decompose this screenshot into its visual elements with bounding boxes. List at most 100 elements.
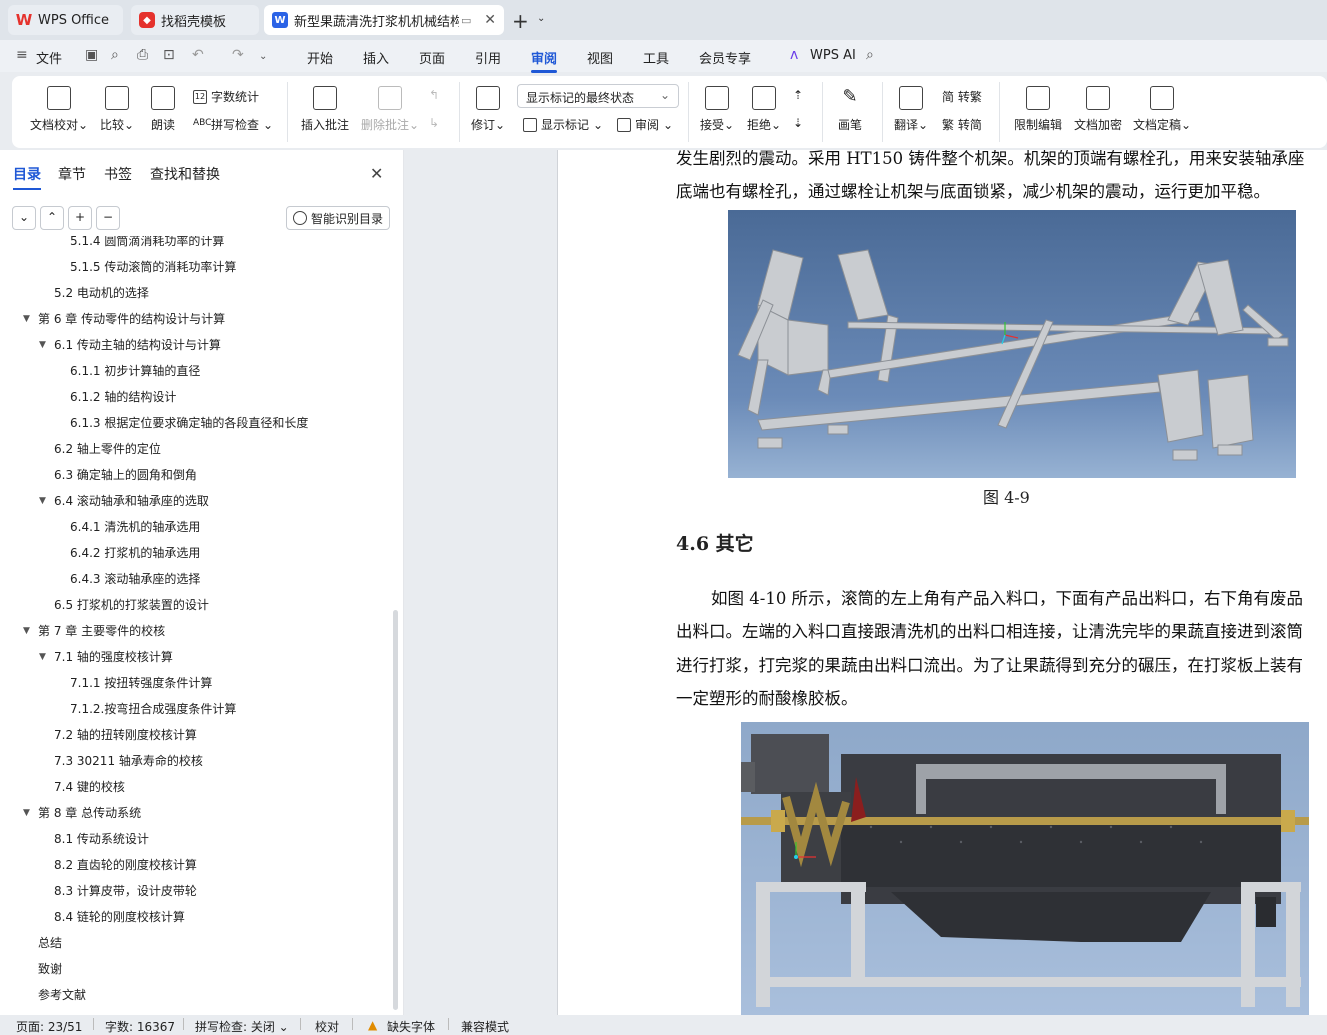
expand-arrow-icon[interactable]: ▼ bbox=[39, 332, 46, 358]
next-comment-icon[interactable]: ↳ bbox=[429, 116, 439, 130]
compare-button[interactable]: 比较⌄ bbox=[100, 86, 134, 133]
page-indicator[interactable]: 页面: 23/51 bbox=[16, 1018, 82, 1035]
toc-item[interactable]: 6.3 确定轴上的圆角和倒角 bbox=[0, 462, 390, 488]
delete-comment-button[interactable]: 删除批注⌄ bbox=[361, 86, 419, 133]
monitor-icon[interactable]: ▭ bbox=[461, 14, 471, 27]
toc-item[interactable]: 6.5 打浆机的打浆装置的设计 bbox=[0, 592, 390, 618]
toc-item[interactable]: 6.2 轴上零件的定位 bbox=[0, 436, 390, 462]
toc-item[interactable]: 6.1.2 轴的结构设计 bbox=[0, 384, 390, 410]
toc-item[interactable]: 6.4.2 打浆机的轴承选用 bbox=[0, 540, 390, 566]
restrict-edit-button[interactable]: 限制编辑 bbox=[1014, 86, 1062, 133]
finalize-button[interactable]: 文档定稿⌄ bbox=[1133, 86, 1191, 133]
tab-toc[interactable]: 目录 bbox=[13, 164, 41, 190]
to-traditional-button[interactable]: 简 转繁 bbox=[942, 88, 982, 105]
tab-wps-office[interactable]: W WPS Office bbox=[8, 5, 123, 35]
menu-file[interactable]: 文件 bbox=[36, 48, 62, 67]
print-icon[interactable]: ⎙ bbox=[137, 47, 148, 63]
insert-comment-button[interactable]: 插入批注 bbox=[301, 86, 349, 133]
toc-item[interactable]: 7.1.2.按弯扭合成强度条件计算 bbox=[0, 696, 390, 722]
toc-item[interactable]: ▼ 7.1 轴的强度校核计算 bbox=[0, 644, 390, 670]
menu-member[interactable]: 会员专享 bbox=[699, 48, 751, 67]
toc-item[interactable]: 8.2 直齿轮的刚度校核计算 bbox=[0, 852, 390, 878]
pen-button[interactable]: ✎ 画笔 bbox=[838, 86, 862, 133]
redo-icon[interactable]: ↷ bbox=[232, 47, 244, 63]
proofread-status[interactable]: 校对 bbox=[315, 1018, 339, 1035]
chevron-down-icon[interactable]: ⌄ bbox=[259, 51, 267, 62]
expand-arrow-icon[interactable]: ▼ bbox=[23, 306, 30, 332]
menu-start[interactable]: 开始 bbox=[307, 48, 333, 67]
tab-bookmarks[interactable]: 书签 bbox=[104, 164, 132, 184]
doc-check-button[interactable]: 文档校对⌄ bbox=[30, 86, 88, 133]
spell-check-status[interactable]: 拼写检查: 关闭 ⌄ bbox=[195, 1018, 289, 1035]
read-aloud-button[interactable]: 朗读 bbox=[151, 86, 175, 133]
expand-arrow-icon[interactable]: ▼ bbox=[23, 800, 30, 826]
export-icon[interactable]: ⌕ bbox=[111, 47, 119, 63]
revise-button[interactable]: 修订⌄ bbox=[471, 86, 505, 133]
prev-change-icon[interactable]: ⇡ bbox=[793, 88, 803, 102]
hamburger-icon[interactable]: ≡ bbox=[16, 47, 28, 63]
toc-item[interactable]: 7.3 30211 轴承寿命的校核 bbox=[0, 748, 390, 774]
show-markup-button[interactable]: 显示标记 ⌄ bbox=[523, 116, 603, 133]
toc-item[interactable]: ▼ 6.4 滚动轴承和轴承座的选取 bbox=[0, 488, 390, 514]
expand-arrow-icon[interactable]: ▼ bbox=[39, 488, 46, 514]
toc-item[interactable]: 6.4.3 滚动轴承座的选择 bbox=[0, 566, 390, 592]
toc-item[interactable]: 8.4 链轮的刚度校核计算 bbox=[0, 904, 390, 930]
reject-button[interactable]: 拒绝⌄ bbox=[747, 86, 781, 133]
document-page[interactable]: 发生剧烈的震动。采用 HT150 铸件整个机架。机架的顶端有螺栓孔，用来安装轴承… bbox=[558, 150, 1327, 1015]
toc-item[interactable]: 6.1.1 初步计算轴的直径 bbox=[0, 358, 390, 384]
translate-button[interactable]: 翻译⌄ bbox=[894, 86, 928, 133]
menu-references[interactable]: 引用 bbox=[475, 48, 501, 67]
expand-up-button[interactable]: ⌃ bbox=[40, 206, 64, 230]
figure-frame-render[interactable] bbox=[728, 210, 1296, 478]
toc-item[interactable]: 8.1 传动系统设计 bbox=[0, 826, 390, 852]
accept-button[interactable]: 接受⌄ bbox=[700, 86, 734, 133]
figure-pulper-render[interactable] bbox=[741, 722, 1309, 1015]
menu-tools[interactable]: 工具 bbox=[643, 48, 669, 67]
word-count-indicator[interactable]: 字数: 16367 bbox=[105, 1018, 175, 1035]
encrypt-button[interactable]: 文档加密 bbox=[1074, 86, 1122, 133]
toc-item[interactable]: 总结 bbox=[0, 930, 390, 956]
toc-item[interactable]: ▼ 第 8 章 总传动系统 bbox=[0, 800, 390, 826]
new-tab-icon[interactable]: + bbox=[512, 9, 529, 33]
save-icon[interactable]: ▣ bbox=[85, 47, 98, 63]
tab-document[interactable]: W 新型果蔬清洗打浆机机械结构设计 ▭ ✕ bbox=[264, 5, 504, 35]
expand-arrow-icon[interactable]: ▼ bbox=[23, 618, 30, 644]
add-heading-button[interactable]: + bbox=[68, 206, 92, 230]
toc-item[interactable]: 6.4.1 清洗机的轴承选用 bbox=[0, 514, 390, 540]
menu-review[interactable]: 审阅 bbox=[531, 48, 558, 73]
smart-toc-button[interactable]: 智能识别目录 bbox=[286, 206, 390, 230]
close-tab-icon[interactable]: ✕ bbox=[484, 12, 496, 28]
undo-icon[interactable]: ↶ bbox=[192, 47, 204, 63]
search-icon[interactable]: ⌕ bbox=[866, 47, 874, 63]
prev-comment-icon[interactable]: ↰ bbox=[429, 88, 439, 102]
print-preview-icon[interactable]: ⊡ bbox=[163, 47, 175, 63]
display-state-select[interactable]: 显示标记的最终状态 ⌄ bbox=[517, 84, 679, 108]
toc-item[interactable]: ▼ 6.1 传动主轴的结构设计与计算 bbox=[0, 332, 390, 358]
toc-item[interactable]: ▼ 第 6 章 传动零件的结构设计与计算 bbox=[0, 306, 390, 332]
toc-item[interactable]: 7.2 轴的扭转刚度校核计算 bbox=[0, 722, 390, 748]
to-simplified-button[interactable]: 繁 转简 bbox=[942, 116, 982, 133]
toc-item[interactable]: 致谢 bbox=[0, 956, 390, 982]
spell-check-button[interactable]: ABC 拼写检查 ⌄ bbox=[193, 116, 273, 133]
toc-item[interactable]: 5.1.5 传动滚筒的消耗功率计算 bbox=[0, 254, 390, 280]
scrollbar[interactable] bbox=[393, 610, 398, 1010]
menu-view[interactable]: 视图 bbox=[587, 48, 613, 67]
tab-template[interactable]: ◆ 找稻壳模板 bbox=[131, 5, 259, 35]
tab-find-replace[interactable]: 查找和替换 bbox=[150, 164, 220, 184]
close-icon[interactable]: ✕ bbox=[370, 164, 383, 183]
collapse-all-button[interactable]: ⌄ bbox=[12, 206, 36, 230]
review-pane-button[interactable]: 审阅 ⌄ bbox=[617, 116, 673, 133]
tab-chapters[interactable]: 章节 bbox=[58, 164, 86, 184]
missing-font-status[interactable]: 缺失字体 bbox=[387, 1018, 435, 1035]
chevron-down-icon[interactable]: ⌄ bbox=[537, 13, 545, 24]
remove-heading-button[interactable]: − bbox=[96, 206, 120, 230]
menu-page[interactable]: 页面 bbox=[419, 48, 445, 67]
word-count-button[interactable]: 12 字数统计 bbox=[193, 88, 259, 105]
menu-insert[interactable]: 插入 bbox=[363, 48, 389, 67]
toc-item[interactable]: 5.2 电动机的选择 bbox=[0, 280, 390, 306]
toc-item[interactable]: 参考文献 bbox=[0, 982, 390, 1008]
toc-item[interactable]: ▼ 第 7 章 主要零件的校核 bbox=[0, 618, 390, 644]
next-change-icon[interactable]: ⇣ bbox=[793, 116, 803, 130]
toc-item[interactable]: 8.3 计算皮带，设计皮带轮 bbox=[0, 878, 390, 904]
toc-item[interactable]: 6.1.3 根据定位要求确定轴的各段直径和长度 bbox=[0, 410, 390, 436]
